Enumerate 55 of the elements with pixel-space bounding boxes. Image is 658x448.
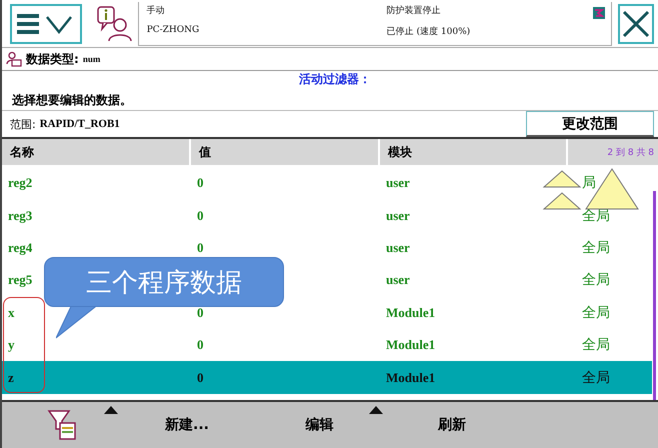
table-cell: 0: [197, 240, 204, 256]
instruction-text: 选择想要编辑的数据。: [12, 92, 133, 109]
table-cell: 全局: [582, 271, 610, 290]
caret-icon: [369, 406, 383, 414]
toolbar-button[interactable]: 新建...: [122, 402, 252, 448]
toolbar-button[interactable]: 刷新: [387, 402, 517, 448]
table-cell: 0: [197, 208, 204, 224]
table-cell: 0: [197, 175, 204, 192]
table-cell: reg2: [8, 175, 32, 192]
column-header: 模块: [380, 139, 568, 165]
row-range-label: 2 到 8 共 8: [606, 146, 655, 160]
scope-label: 范围:: [10, 116, 36, 132]
data-type-value: num: [82, 54, 100, 64]
table-cell: 全局: [582, 368, 610, 387]
table-cell: Module1: [386, 337, 436, 354]
status-text: PC-ZHONG: [146, 24, 200, 34]
info-person-icon: [96, 4, 132, 42]
status-text: 手动: [146, 4, 166, 16]
table-cell: user: [386, 272, 410, 288]
table-cell: user: [386, 240, 410, 256]
toolbar-button[interactable]: 编辑: [252, 402, 387, 448]
robot-status-icon: [592, 6, 605, 18]
caret-icon: [104, 406, 118, 414]
table-cell: Module1: [386, 370, 436, 386]
change-scope-button[interactable]: 更改范围: [526, 111, 654, 137]
table-cell: reg5: [8, 272, 32, 288]
table-cell: 0: [197, 304, 204, 321]
table-cell: z: [8, 370, 14, 386]
selected-row[interactable]: z 0 Module1 全局: [2, 361, 652, 394]
table-cell: user: [386, 208, 410, 224]
close-icon: [620, 8, 651, 38]
user-card-icon: [6, 51, 22, 67]
main-menu-button[interactable]: [10, 4, 82, 44]
table-cell: 局: [582, 174, 596, 192]
status-text: 防护装置停止: [386, 4, 442, 16]
scrollbar[interactable]: [653, 191, 656, 400]
table-cell: Module1: [386, 304, 436, 321]
table-cell: 0: [197, 337, 204, 354]
table-cell: y: [8, 337, 14, 354]
data-type-label: 数据类型:: [26, 50, 79, 68]
active-filter-label: 活动过滤器：: [299, 71, 371, 88]
table-cell: 0: [197, 370, 204, 386]
column-header: 值: [191, 139, 380, 165]
table-cell: user: [386, 175, 410, 192]
table-cell: x: [8, 304, 14, 321]
close-button[interactable]: [618, 4, 654, 44]
table-cell: 全局: [582, 304, 610, 322]
table-cell: reg4: [8, 240, 32, 256]
scope-value: RAPID/T_ROB1: [40, 118, 121, 130]
table-cell: reg3: [8, 208, 32, 224]
table-cell: 全局: [582, 238, 610, 257]
status-text: 已停止 (速度 100%): [386, 26, 472, 38]
column-header: 名称: [2, 139, 191, 165]
table-cell: 全局: [582, 336, 610, 354]
filter-icon: [47, 409, 77, 441]
